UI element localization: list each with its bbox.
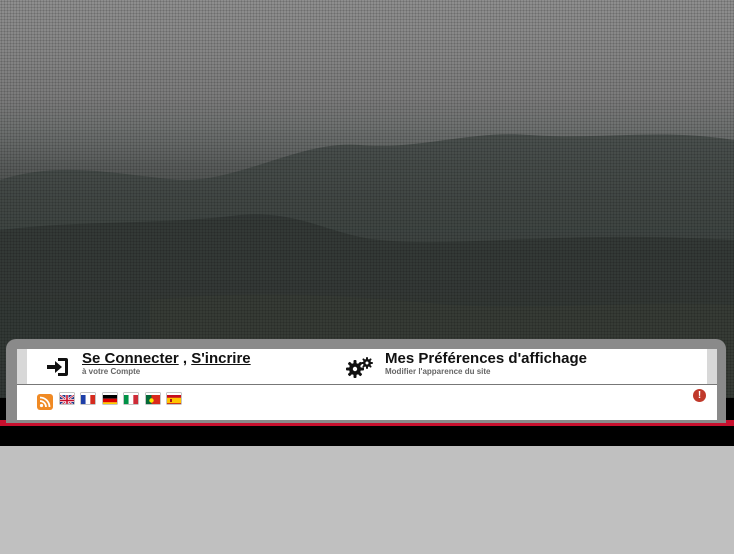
flag-france-icon[interactable]	[81, 393, 95, 404]
flag-italy-icon[interactable]	[124, 393, 138, 404]
gears-icon[interactable]	[346, 356, 374, 378]
rss-icon[interactable]	[37, 394, 53, 410]
user-panel: Se Connecter , S'incrire à votre Compte	[17, 349, 717, 420]
flag-spain-icon[interactable]	[167, 393, 181, 404]
exclamation-circle-icon[interactable]: !	[693, 389, 706, 402]
account-subtitle: à votre Compte	[82, 367, 141, 376]
link-separator: ,	[182, 350, 188, 367]
flag-germany-icon[interactable]	[103, 393, 117, 404]
panel-top-row: Se Connecter , S'incrire à votre Compte	[17, 349, 717, 385]
flag-portugal-icon[interactable]	[146, 393, 160, 404]
account-links: Se Connecter , S'incrire à votre Compte	[82, 350, 251, 376]
preferences-block[interactable]: Mes Préférences d'affichage Modifier l'a…	[385, 350, 587, 376]
preferences-title[interactable]: Mes Préférences d'affichage	[385, 350, 587, 367]
sign-in-icon[interactable]	[45, 357, 69, 377]
flag-uk-icon[interactable]	[60, 393, 74, 404]
preferences-subtitle: Modifier l'apparence du site	[385, 367, 491, 376]
register-link[interactable]: S'incrire	[191, 350, 250, 367]
account-links-line: Se Connecter , S'incrire	[82, 350, 251, 367]
login-link[interactable]: Se Connecter	[82, 350, 179, 367]
language-row: !	[17, 385, 717, 420]
